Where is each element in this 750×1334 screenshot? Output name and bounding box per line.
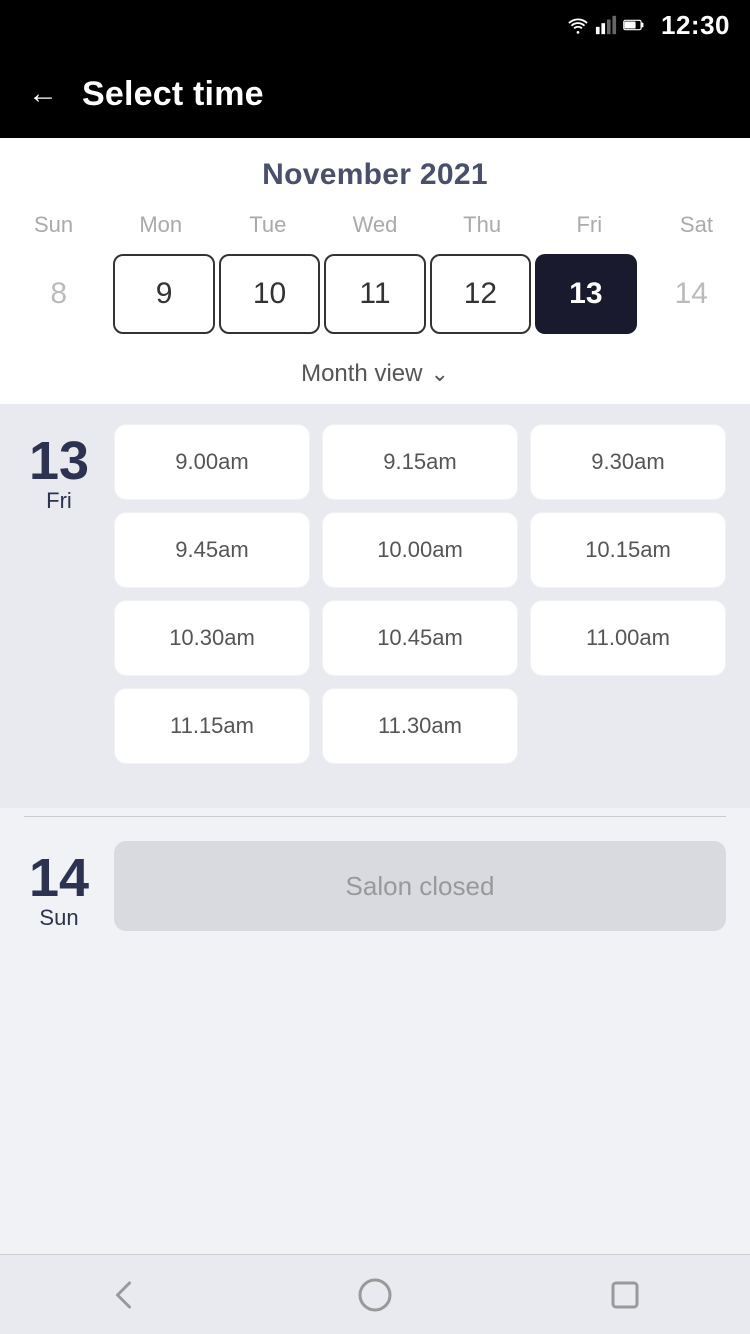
day-14[interactable]: 14 [641, 254, 742, 334]
weekday-mon: Mon [107, 208, 214, 242]
status-bar: 12:30 [0, 0, 750, 50]
day-name-14: Sun [39, 905, 78, 931]
day-number-14: 14 [29, 851, 89, 905]
salon-closed-banner: Salon closed [114, 841, 726, 931]
status-icons [567, 14, 645, 36]
slot-1130am[interactable]: 11.30am [322, 688, 518, 764]
slot-1045am[interactable]: 10.45am [322, 600, 518, 676]
weekday-sat: Sat [643, 208, 750, 242]
day-8[interactable]: 8 [8, 254, 109, 334]
day-label-13: 13 Fri [24, 424, 94, 764]
day-9[interactable]: 9 [113, 254, 214, 334]
chevron-down-icon: ⌄ [430, 361, 448, 387]
day-block-14: 14 Sun Salon closed [0, 841, 750, 955]
weekday-headers: Sun Mon Tue Wed Thu Fri Sat [0, 208, 750, 242]
month-view-toggle[interactable]: Month view ⌄ [0, 350, 750, 404]
slot-1015am[interactable]: 10.15am [530, 512, 726, 588]
days-row: 8 9 10 11 12 13 14 [0, 250, 750, 350]
back-button[interactable]: ← [28, 79, 58, 109]
weekday-wed: Wed [321, 208, 428, 242]
time-grid-13: 9.00am 9.15am 9.30am 9.45am 10.00am 10.1… [114, 424, 726, 764]
slot-1000am[interactable]: 10.00am [322, 512, 518, 588]
day-label-14: 14 Sun [24, 841, 94, 931]
day-10[interactable]: 10 [219, 254, 320, 334]
home-circle-icon [357, 1277, 393, 1313]
slot-900am[interactable]: 9.00am [114, 424, 310, 500]
day-number-13: 13 [29, 434, 89, 488]
weekday-fri: Fri [536, 208, 643, 242]
slot-915am[interactable]: 9.15am [322, 424, 518, 500]
battery-icon [623, 14, 645, 36]
wifi-icon [567, 14, 589, 36]
back-triangle-icon [107, 1277, 143, 1313]
bottom-navigation [0, 1254, 750, 1334]
time-slots-section: 13 Fri 9.00am 9.15am 9.30am 9.45am 10.00… [0, 404, 750, 808]
slot-1100am[interactable]: 11.00am [530, 600, 726, 676]
day-12[interactable]: 12 [430, 254, 531, 334]
month-year-label: November 2021 [0, 158, 750, 192]
page-title: Select time [82, 75, 264, 114]
nav-home-button[interactable] [357, 1277, 393, 1313]
salon-closed-text: Salon closed [346, 871, 495, 902]
slot-930am[interactable]: 9.30am [530, 424, 726, 500]
day-block-13: 13 Fri 9.00am 9.15am 9.30am 9.45am 10.00… [24, 424, 726, 764]
month-view-label: Month view [301, 360, 422, 388]
calendar-section: November 2021 Sun Mon Tue Wed Thu Fri Sa… [0, 138, 750, 404]
weekday-thu: Thu [429, 208, 536, 242]
slot-1030am[interactable]: 10.30am [114, 600, 310, 676]
app-header: ← Select time [0, 50, 750, 138]
recent-square-icon [607, 1277, 643, 1313]
weekday-tue: Tue [214, 208, 321, 242]
day-11[interactable]: 11 [324, 254, 425, 334]
nav-recent-button[interactable] [607, 1277, 643, 1313]
section-divider [24, 816, 726, 817]
day-name-13: Fri [46, 488, 72, 514]
nav-back-button[interactable] [107, 1277, 143, 1313]
day-13[interactable]: 13 [535, 254, 636, 334]
signal-icon [595, 14, 617, 36]
slot-945am[interactable]: 9.45am [114, 512, 310, 588]
status-time: 12:30 [661, 10, 730, 41]
slot-1115am[interactable]: 11.15am [114, 688, 310, 764]
weekday-sun: Sun [0, 208, 107, 242]
